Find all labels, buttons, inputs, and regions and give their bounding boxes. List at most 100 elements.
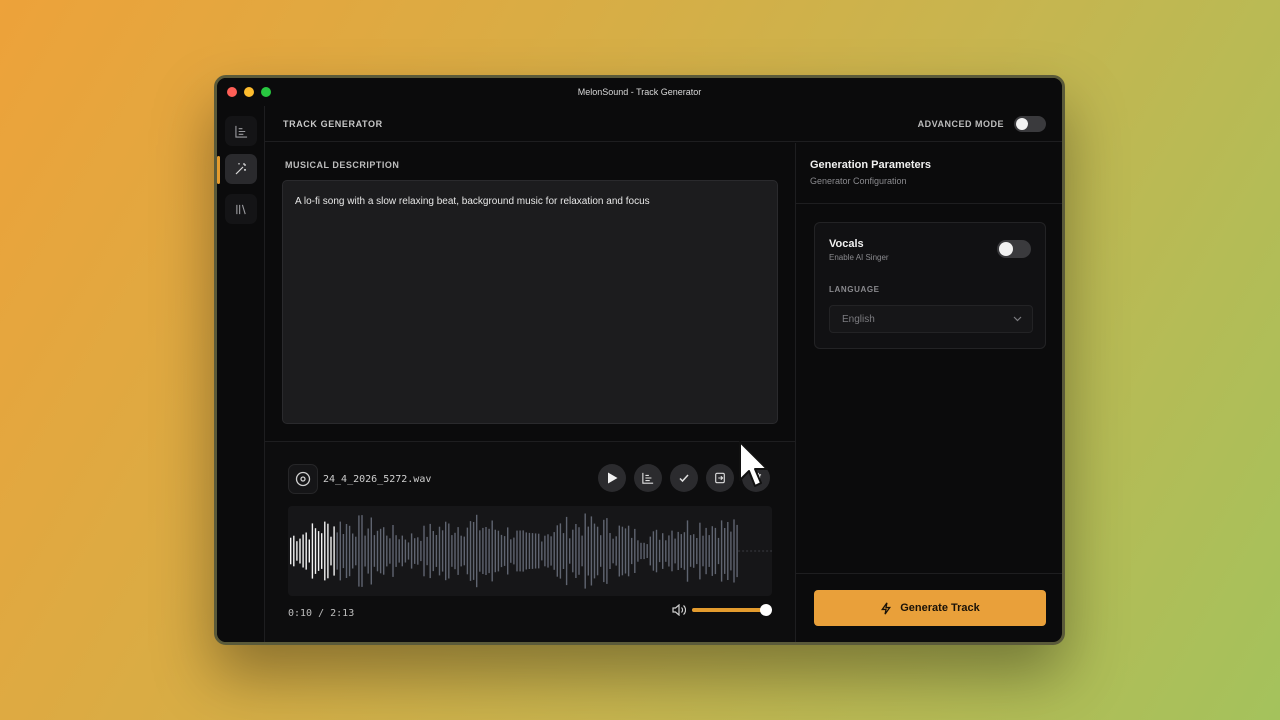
stats-button[interactable] [634, 464, 662, 492]
chevron-down-icon [1013, 316, 1022, 322]
waveform-bar [296, 541, 298, 561]
waveform-bar [581, 535, 583, 567]
maximize-window-button[interactable] [261, 87, 271, 97]
waveform-bar [290, 537, 292, 565]
generate-track-label: Generate Track [900, 602, 980, 614]
language-select[interactable]: English [829, 305, 1033, 333]
description-input[interactable]: A lo-fi song with a slow relaxing beat, … [282, 180, 778, 424]
waveform-bar [441, 530, 444, 572]
waveform-bar [438, 526, 441, 576]
waveform-bar [590, 516, 593, 586]
waveform-bar [389, 538, 391, 564]
waveform-bar [398, 539, 400, 563]
export-button[interactable] [706, 464, 734, 492]
volume-icon[interactable] [672, 604, 686, 616]
waveform-bar [714, 527, 717, 575]
waveform-bar [293, 535, 295, 567]
app-window: MelonSound - Track Generator TRACK GENER… [214, 75, 1065, 645]
toggle-knob [999, 242, 1013, 256]
waveform-bar [457, 527, 459, 575]
page-header: TRACK GENERATOR ADVANCED MODE [265, 106, 1062, 142]
parameters-panel: Generation Parameters Generator Configur… [795, 143, 1062, 642]
waveform-bar [606, 518, 608, 584]
generate-track-button[interactable]: Generate Track [814, 590, 1046, 626]
waveform-bar [702, 535, 704, 567]
waveform-bar [361, 515, 363, 587]
waveform-bar [429, 523, 431, 579]
sidebar [217, 106, 265, 642]
minimize-window-button[interactable] [244, 87, 254, 97]
waveform-bar [485, 527, 487, 575]
waveform-bar [352, 533, 354, 569]
waveform-bar [708, 535, 710, 567]
waveform-bar [317, 531, 320, 571]
advanced-mode-label: ADVANCED MODE [917, 118, 1004, 129]
waveform-bar [544, 535, 546, 567]
volume-thumb[interactable] [760, 604, 772, 616]
waveform-bar [609, 533, 611, 569]
waveform-bar [578, 527, 580, 575]
waveform-bar [401, 535, 403, 567]
waveform-bar [662, 533, 664, 569]
waveform-bar [668, 535, 670, 567]
vocals-toggle[interactable] [997, 240, 1031, 258]
waveform-bar [624, 528, 627, 574]
sidebar-item-stats[interactable] [225, 116, 257, 146]
sidebar-item-library[interactable] [225, 194, 257, 224]
vocals-title: Vocals [829, 238, 864, 250]
advanced-mode-toggle[interactable] [1014, 115, 1046, 132]
parameters-title: Generation Parameters [810, 159, 932, 171]
waveform-bar [584, 513, 586, 589]
check-icon [679, 474, 689, 483]
waveform-bar [479, 530, 481, 572]
mouse-cursor-icon [739, 441, 768, 487]
waveform-bar [420, 540, 422, 562]
waveform-bar [417, 537, 419, 565]
waveform-bar [463, 536, 465, 566]
waveform-bar [686, 520, 689, 582]
volume-fill [692, 608, 766, 612]
volume-control [672, 604, 772, 616]
waveform-bar [445, 521, 447, 581]
waveform-bar [600, 535, 602, 567]
waveform-bar [683, 532, 686, 570]
waveform-bar [528, 532, 531, 569]
waveform-bar [534, 533, 537, 569]
waveform-bar [627, 525, 630, 577]
play-button[interactable] [598, 464, 626, 492]
waveform-bar [392, 525, 394, 577]
close-window-button[interactable] [227, 87, 237, 97]
waveform-bar [302, 534, 304, 568]
waveform-bar [553, 532, 555, 570]
waveform[interactable] [288, 506, 772, 596]
waveform-bar [646, 544, 648, 558]
magic-wand-icon [235, 163, 246, 175]
waveform-bars [290, 513, 772, 589]
waveform-bar [383, 527, 385, 575]
parameters-footer: Generate Track [796, 573, 1062, 642]
waveform-bar [621, 526, 624, 576]
waveform-bar [593, 523, 596, 579]
waveform-bar [652, 531, 655, 571]
waveform-bar [339, 521, 341, 581]
waveform-bar [705, 527, 707, 575]
waveform-bar [348, 525, 351, 577]
volume-slider[interactable] [692, 604, 772, 616]
waveform-bar [507, 527, 509, 575]
track-icon [288, 464, 318, 494]
sidebar-item-generator[interactable] [225, 154, 257, 184]
waveform-bar [448, 523, 450, 579]
waveform-bar [308, 539, 310, 563]
waveform-bar [634, 528, 636, 573]
waveform-bar [414, 538, 416, 564]
approve-button[interactable] [670, 464, 698, 492]
waveform-bar [730, 531, 732, 571]
waveform-bar [522, 530, 524, 572]
active-indicator [217, 156, 220, 184]
waveform-bar [525, 532, 527, 570]
waveform-bar [720, 520, 723, 582]
waveform-bar [330, 536, 332, 566]
waveform-bar [407, 542, 410, 560]
waveform-bar [410, 533, 413, 569]
vocals-card: Vocals Enable AI Singer LANGUAGE English [814, 222, 1046, 349]
